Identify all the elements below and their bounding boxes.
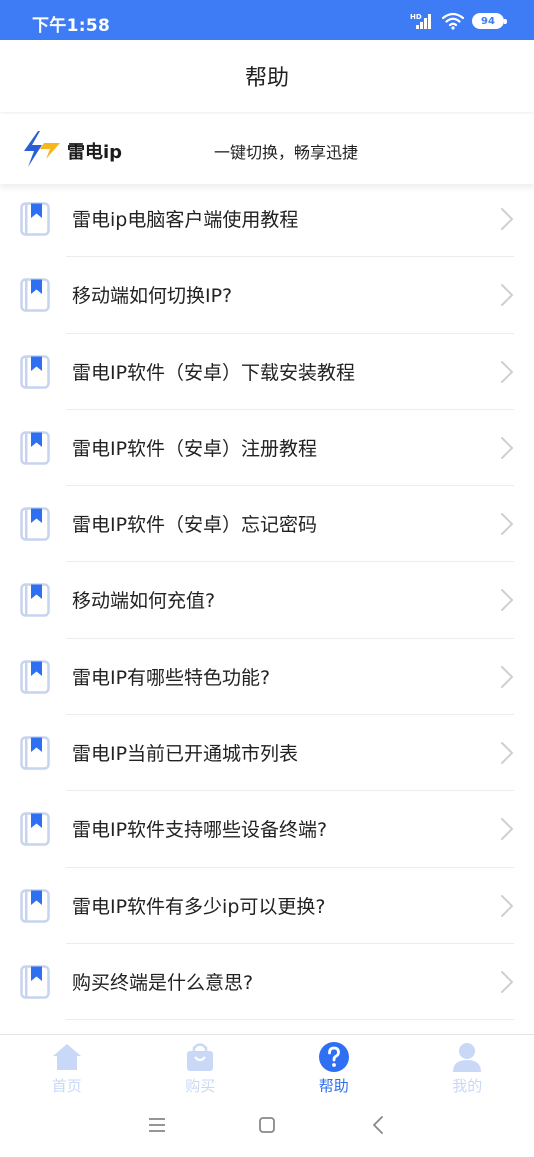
help-item-android-install[interactable]: 雷电IP软件（安卓）下载安装教程 [0, 334, 534, 410]
bookmark-book-icon [20, 354, 50, 389]
home-icon [52, 1044, 81, 1070]
bookmark-book-icon [20, 278, 50, 313]
chevron-right-icon [501, 360, 513, 383]
bookmark-book-icon [20, 736, 50, 770]
status-icons: HD 94 [410, 11, 507, 31]
chevron-right-icon [501, 894, 513, 917]
signal-icon: HD [410, 13, 431, 29]
wifi-icon [442, 12, 464, 30]
battery-indicator: 94 [472, 13, 507, 29]
chevron-right-icon [501, 208, 513, 230]
help-item-label: 雷电IP软件（安卓）下载安装教程 [72, 361, 356, 384]
brand-banner: 雷电ip 一键切换，畅享迅捷 [0, 114, 534, 184]
bookmark-book-icon [20, 583, 50, 618]
help-item-label: 购买终端是什么意思? [72, 971, 254, 994]
tab-mine-label: 我的 [452, 1077, 483, 1095]
bookmark-book-icon [20, 888, 50, 923]
tab-mine[interactable]: 我的 [401, 1035, 534, 1098]
status-bar: 下午1:58 HD 94 [0, 0, 534, 40]
brand-slogan: 一键切换，畅享迅捷 [214, 143, 359, 162]
chevron-right-icon [501, 436, 513, 459]
bookmark-book-icon [20, 431, 50, 465]
help-list: 雷电ip电脑客户端使用教程 移动端如何切换IP? 雷电IP软件（安卓）下载安装教… [0, 181, 534, 1033]
bookmark-book-icon [20, 812, 50, 847]
help-item-label: 雷电IP软件（安卓）注册教程 [72, 437, 318, 460]
help-item-label: 雷电IP当前已开通城市列表 [72, 743, 299, 766]
title-bar: 帮助 [0, 40, 534, 112]
tab-buy[interactable]: 购买 [134, 1035, 268, 1098]
help-item-mobile-recharge[interactable]: 移动端如何充值? [0, 562, 534, 639]
chevron-right-icon [501, 818, 513, 841]
chevron-right-icon [501, 742, 513, 765]
tab-home[interactable]: 首页 [0, 1035, 134, 1098]
home-square-icon[interactable] [255, 1114, 279, 1136]
help-item-label: 雷电ip电脑客户端使用教程 [72, 209, 299, 231]
help-item-label: 雷电IP软件支持哪些设备终端? [72, 819, 328, 842]
tab-help[interactable]: 帮助 [267, 1035, 401, 1098]
menu-icon[interactable] [145, 1114, 169, 1136]
help-item-purchase-terminal[interactable]: 购买终端是什么意思? [0, 944, 534, 1021]
help-icon [318, 1042, 349, 1072]
help-item-label: 移动端如何切换IP? [72, 285, 233, 308]
help-item-ip-count[interactable]: 雷电IP软件有多少ip可以更换? [0, 868, 534, 944]
tab-home-label: 首页 [51, 1077, 82, 1095]
chevron-right-icon [501, 589, 513, 612]
bookmark-book-icon [20, 202, 50, 236]
chevron-right-icon [501, 970, 513, 993]
tab-help-label: 帮助 [318, 1077, 349, 1095]
help-item-label: 雷电IP软件有多少ip可以更换? [72, 895, 326, 918]
back-icon[interactable] [367, 1114, 391, 1136]
help-item-city-list[interactable]: 雷电IP当前已开通城市列表 [0, 715, 534, 792]
bookmark-book-icon [20, 660, 50, 694]
network-type-label: HD [410, 13, 422, 21]
help-item-mobile-switch-ip[interactable]: 移动端如何切换IP? [0, 257, 534, 334]
bookmark-book-icon [20, 965, 50, 999]
help-item-label: 移动端如何充值? [72, 590, 216, 613]
chevron-right-icon [501, 513, 513, 536]
help-item-label: 雷电IP有哪些特色功能? [72, 666, 271, 689]
help-item-android-forgot-password[interactable]: 雷电IP软件（安卓）忘记密码 [0, 486, 534, 563]
system-nav-bar [0, 1098, 534, 1157]
bottom-tab-bar: 首页 购买 帮助 我的 [0, 1034, 534, 1098]
lightning-logo-icon [24, 131, 60, 167]
tab-buy-label: 购买 [185, 1077, 216, 1095]
chevron-right-icon [501, 284, 513, 307]
chevron-right-icon [501, 665, 513, 688]
brand-name: 雷电ip [67, 142, 123, 163]
help-item-features[interactable]: 雷电IP有哪些特色功能? [0, 639, 534, 716]
page-title: 帮助 [244, 66, 289, 91]
help-item-supported-devices[interactable]: 雷电IP软件支持哪些设备终端? [0, 791, 534, 868]
status-time: 下午1:58 [32, 16, 111, 36]
help-item-label: 雷电IP软件（安卓）忘记密码 [72, 514, 318, 537]
help-item-partial[interactable] [0, 1020, 534, 1033]
user-icon [453, 1043, 482, 1072]
shopping-bag-icon [187, 1043, 214, 1071]
bookmark-book-icon [20, 507, 50, 541]
help-item-android-register[interactable]: 雷电IP软件（安卓）注册教程 [0, 410, 534, 487]
help-item-pc-client-tutorial[interactable]: 雷电ip电脑客户端使用教程 [0, 181, 534, 258]
